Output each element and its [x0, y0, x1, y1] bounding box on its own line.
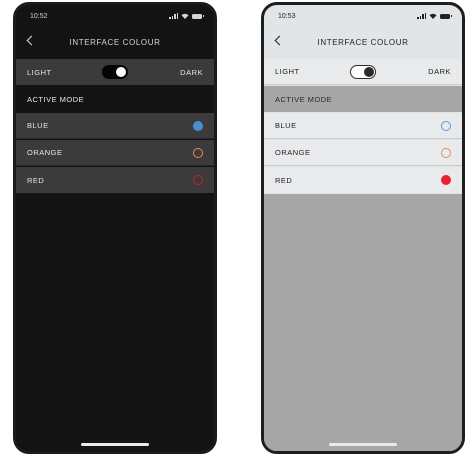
- theme-toggle-row: LIGHT DARK: [16, 59, 214, 85]
- option-row-red[interactable]: RED: [16, 167, 214, 193]
- signal-icon: [417, 13, 426, 19]
- theme-toggle-switch[interactable]: [350, 65, 376, 79]
- wifi-icon: [181, 13, 189, 19]
- page-title: INTERFACE COLOUR: [317, 37, 409, 47]
- theme-toggle-switch[interactable]: [102, 65, 128, 79]
- content-area: [16, 194, 214, 451]
- back-chevron-icon[interactable]: [274, 35, 285, 46]
- radio-orange-icon[interactable]: [441, 147, 451, 158]
- home-indicator[interactable]: [329, 443, 397, 446]
- radio-blue-icon[interactable]: [441, 120, 451, 131]
- option-row-orange[interactable]: ORANGE: [16, 140, 214, 166]
- theme-dark-label: DARK: [180, 67, 203, 77]
- status-icons: [169, 13, 204, 19]
- status-time: 10:52: [30, 12, 48, 20]
- status-icons: [417, 13, 452, 19]
- radio-orange-icon[interactable]: [193, 147, 203, 158]
- option-row-orange[interactable]: ORANGE: [264, 140, 462, 166]
- option-label: RED: [27, 175, 45, 185]
- battery-icon: [440, 13, 452, 19]
- option-row-blue[interactable]: BLUE: [264, 113, 462, 139]
- theme-dark-label: DARK: [428, 67, 451, 76]
- status-time: 10:53: [278, 12, 296, 20]
- theme-light-label: LIGHT: [27, 67, 52, 77]
- nav-bar: INTERFACE COLOUR: [16, 29, 214, 55]
- option-label: ORANGE: [275, 148, 311, 157]
- home-indicator[interactable]: [81, 443, 149, 446]
- back-chevron-icon[interactable]: [26, 35, 37, 46]
- content-area: [264, 194, 462, 451]
- option-row-red[interactable]: RED: [264, 167, 462, 193]
- option-label: ORANGE: [27, 148, 63, 157]
- section-header: ACTIVE MODE: [264, 86, 462, 112]
- theme-light-label: LIGHT: [275, 67, 300, 76]
- option-label: BLUE: [27, 121, 49, 130]
- status-bar: 10:53: [264, 5, 462, 27]
- option-label: BLUE: [275, 121, 297, 130]
- status-bar: 10:52: [16, 5, 214, 27]
- signal-icon: [169, 13, 178, 19]
- radio-red-icon[interactable]: [193, 175, 203, 185]
- section-header-label: ACTIVE MODE: [275, 94, 333, 104]
- radio-red-icon[interactable]: [441, 175, 451, 185]
- phone-light-mode: 10:53 INTERFACE COLOUR LIGHT DARK ACTIVE…: [261, 2, 465, 454]
- battery-icon: [192, 13, 204, 19]
- toggle-knob: [364, 67, 374, 77]
- option-row-blue[interactable]: BLUE: [16, 113, 214, 139]
- radio-blue-icon[interactable]: [193, 120, 203, 131]
- theme-toggle-row: LIGHT DARK: [264, 59, 462, 85]
- section-header: ACTIVE MODE: [16, 86, 214, 112]
- option-label: RED: [275, 175, 293, 185]
- page-title: INTERFACE COLOUR: [69, 37, 161, 47]
- toggle-knob: [116, 67, 126, 77]
- phone-dark-mode: 10:52 INTERFACE COLOUR LIGHT DARK ACTIVE…: [13, 2, 217, 454]
- section-header-label: ACTIVE MODE: [27, 94, 85, 104]
- nav-bar: INTERFACE COLOUR: [264, 29, 462, 55]
- wifi-icon: [429, 13, 437, 19]
